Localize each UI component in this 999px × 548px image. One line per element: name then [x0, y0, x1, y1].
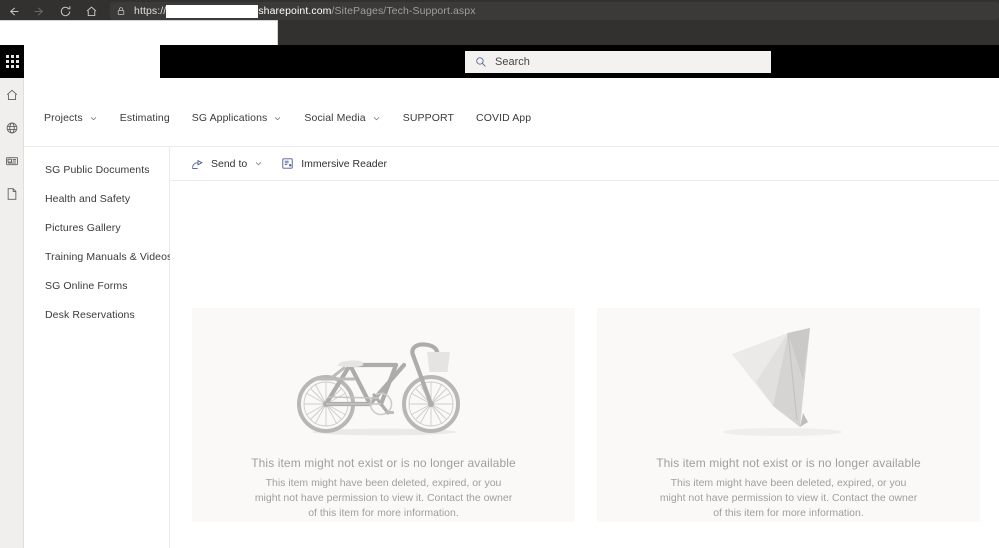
waffle-icon: [5, 55, 19, 68]
sidebar-item-pictures-gallery[interactable]: Pictures Gallery: [24, 213, 169, 242]
browser-toolbar: https:// sharepoint.com/SitePages/Tech-Su…: [0, 0, 999, 22]
news-icon: [5, 154, 19, 168]
url-redaction-block: [166, 4, 259, 18]
site-title-redaction-block: [24, 45, 160, 78]
search-icon: [475, 56, 487, 68]
forward-button[interactable]: [26, 0, 52, 22]
paper-airplane-illustration: [704, 318, 874, 440]
site-navigation: Projects Estimating SG Applications Soci…: [24, 78, 999, 147]
nav-item-social-media[interactable]: Social Media: [304, 112, 380, 124]
browser-chrome: https:// sharepoint.com/SitePages/Tech-Su…: [0, 0, 999, 46]
placeholder-body: This item might have been deleted, expir…: [659, 477, 918, 519]
chevron-down-icon: [372, 114, 381, 123]
nav-item-label: SG Applications: [191, 112, 268, 124]
nav-item-label: SUPPORT: [402, 112, 455, 124]
send-to-label: Send to: [211, 157, 248, 170]
rail-item-sites[interactable]: [0, 111, 23, 144]
app-launcher-button[interactable]: [0, 45, 24, 78]
url-text: https:// sharepoint.com/SitePages/Tech-Su…: [134, 4, 476, 18]
nav-item-label: Projects: [44, 112, 83, 124]
address-bar[interactable]: https:// sharepoint.com/SitePages/Tech-Su…: [110, 2, 999, 20]
app-rail: [0, 78, 24, 548]
nav-item-projects[interactable]: Projects: [44, 112, 98, 124]
nav-item-label: COVID App: [476, 112, 532, 124]
immersive-reader-icon: [281, 157, 294, 170]
home-button[interactable]: [78, 0, 104, 22]
sidebar-item-label: SG Public Documents: [45, 163, 150, 176]
immersive-reader-label: Immersive Reader: [301, 157, 387, 170]
placeholder-body: This item might have been deleted, expir…: [254, 477, 513, 519]
nav-item-label: Social Media: [304, 112, 366, 124]
sidebar-item-label: Pictures Gallery: [45, 221, 121, 234]
chrome-redaction-block: [0, 20, 278, 46]
rail-item-home[interactable]: [0, 78, 23, 111]
placeholder-title: This item might not exist or is no longe…: [656, 456, 921, 470]
refresh-button[interactable]: [52, 0, 78, 22]
url-scheme: https://: [134, 5, 167, 17]
nav-item-sg-applications[interactable]: SG Applications: [192, 112, 283, 124]
send-to-icon: [191, 157, 204, 170]
url-domain: sharepoint.com: [258, 5, 332, 17]
page-canvas: This item might not exist or is no longe…: [170, 181, 999, 548]
web-part-row: This item might not exist or is no longe…: [192, 308, 980, 522]
sidebar-item-desk-reservations[interactable]: Desk Reservations: [24, 300, 169, 329]
chevron-down-icon: [254, 159, 263, 168]
sidebar-item-label: Training Manuals & Videos: [45, 250, 173, 263]
bicycle-illustration: [284, 318, 484, 440]
page-icon: [5, 187, 19, 201]
nav-item-covid-app[interactable]: COVID App: [476, 112, 531, 124]
nav-item-support[interactable]: SUPPORT: [403, 112, 454, 124]
chevron-down-icon: [89, 114, 98, 123]
back-button[interactable]: [0, 0, 26, 22]
sidebar-item-label: Desk Reservations: [45, 308, 135, 321]
search-placeholder: Search: [495, 56, 530, 68]
rail-item-files[interactable]: [0, 177, 23, 210]
send-to-button[interactable]: Send to: [191, 157, 263, 170]
sidebar-item-label: Health and Safety: [45, 192, 131, 205]
globe-icon: [5, 121, 19, 135]
nav-item-label: Estimating: [119, 112, 170, 124]
site-navigation-links: Projects Estimating SG Applications Soci…: [24, 106, 999, 130]
command-bar: Send to Immersive Reader: [170, 147, 999, 181]
placeholder-card-paper-airplane: This item might not exist or is no longe…: [597, 308, 980, 522]
sidebar-item-sg-online-forms[interactable]: SG Online Forms: [24, 271, 169, 300]
chevron-down-icon: [273, 114, 282, 123]
sidebar-item-sg-public-documents[interactable]: SG Public Documents: [24, 155, 169, 184]
home-icon: [5, 88, 19, 102]
url-path: /SitePages/Tech-Support.aspx: [331, 5, 476, 17]
lock-icon: [116, 6, 126, 16]
placeholder-title: This item might not exist or is no longe…: [251, 456, 516, 470]
rail-item-news[interactable]: [0, 144, 23, 177]
sidebar-item-label: SG Online Forms: [45, 279, 128, 292]
sidebar-item-training-manuals-videos[interactable]: Training Manuals & Videos: [24, 242, 173, 271]
nav-item-estimating[interactable]: Estimating: [120, 112, 170, 124]
search-input[interactable]: Search: [465, 51, 771, 73]
sidebar-item-health-and-safety[interactable]: Health and Safety: [24, 184, 169, 213]
immersive-reader-button[interactable]: Immersive Reader: [281, 157, 387, 170]
placeholder-card-bicycle: This item might not exist or is no longe…: [192, 308, 575, 522]
quick-launch-navigation: SG Public Documents Health and Safety Pi…: [24, 147, 173, 548]
